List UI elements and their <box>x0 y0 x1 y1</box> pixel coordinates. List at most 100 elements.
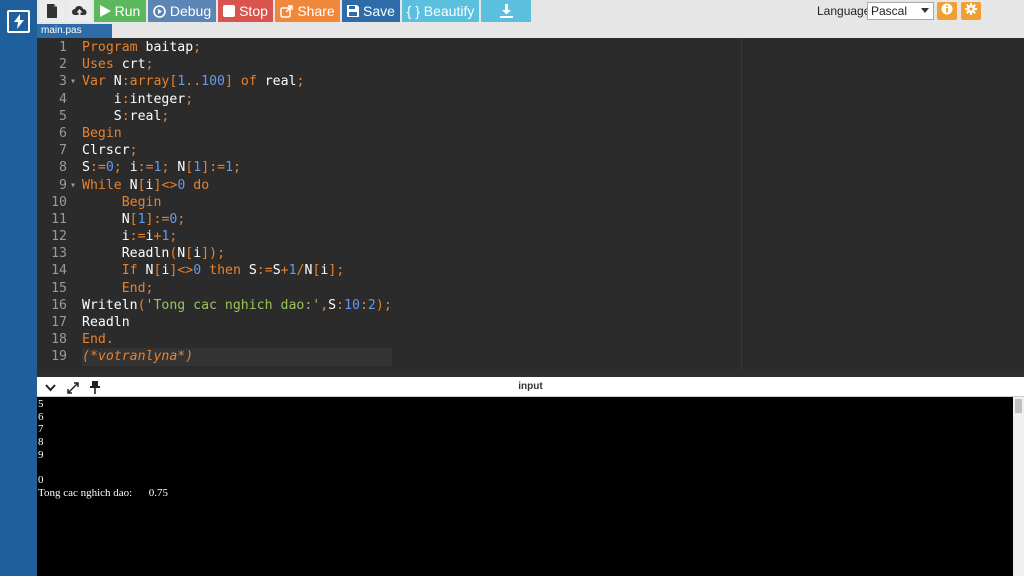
code-token: : <box>121 108 130 124</box>
run-button[interactable]: Run <box>94 0 146 22</box>
print-margin <box>741 38 742 377</box>
code-token: ; <box>336 263 345 279</box>
code-token: integer <box>129 91 186 107</box>
code-token: Begin <box>82 125 122 141</box>
code-token: S <box>82 160 90 176</box>
code-token: Readln <box>82 315 130 330</box>
stop-button[interactable]: Stop <box>218 0 273 22</box>
code-token: N <box>105 74 122 90</box>
code-line[interactable]: 14 If N[i]<>0 then S:=S+1/N[i]; <box>51 262 392 279</box>
code-line[interactable]: 11 N[1]:=0; <box>51 211 392 228</box>
info-button[interactable] <box>937 2 957 20</box>
code-line[interactable]: 15 End; <box>51 280 392 297</box>
code-line[interactable]: 18 End. <box>51 331 392 348</box>
share-icon <box>280 4 294 18</box>
save-button[interactable]: Save <box>342 0 400 22</box>
line-number: 12 <box>51 229 67 245</box>
code-token: ] <box>201 246 210 262</box>
code-token: While <box>82 177 122 193</box>
code-token: ; <box>217 246 226 262</box>
editor-horizontal-scrollbar[interactable] <box>37 369 1024 377</box>
line-number: 7 <box>59 143 67 159</box>
settings-button[interactable] <box>961 2 981 20</box>
code-line[interactable]: 16 Writeln('Tong cac nghich dao:',S:10:2)… <box>51 297 392 314</box>
code-token: + <box>280 263 289 279</box>
fold-toggle-icon[interactable]: ▾ <box>70 177 76 194</box>
chevron-down-icon <box>921 8 929 13</box>
code-line[interactable]: 10 Begin <box>51 194 392 211</box>
code-token: N <box>121 177 138 193</box>
new-file-button[interactable] <box>39 0 65 22</box>
line-number: 16 <box>51 297 67 313</box>
output-terminal[interactable]: 5 6 7 8 9 0 Tong cac nghich dao: 0.75 <box>37 397 1013 576</box>
terminal-scrollbar-thumb[interactable] <box>1015 399 1022 413</box>
code-token: End <box>121 280 146 296</box>
beautify-button[interactable]: { } Beautify <box>402 0 479 22</box>
line-number: 9 <box>59 177 67 193</box>
io-panel-header: input <box>37 377 1024 397</box>
code-token: of <box>240 74 257 90</box>
code-line[interactable]: 3 ▾ Var N:array[1..100] of real; <box>59 73 392 90</box>
code-line[interactable]: 5 S:real; <box>59 108 392 125</box>
line-number: 2 <box>59 57 67 73</box>
debug-label: Debug <box>169 3 212 19</box>
code-token: := <box>209 160 226 176</box>
cloud-upload-icon <box>71 4 88 18</box>
tab-main-pas[interactable]: main.pas <box>37 24 112 38</box>
lightning-icon[interactable] <box>7 10 30 33</box>
expand-icon[interactable] <box>66 381 80 394</box>
line-number: 4 <box>59 91 67 107</box>
code-token: [ <box>137 177 146 193</box>
language-select[interactable]: Pascal <box>867 2 934 20</box>
code-token: 1 <box>288 263 297 279</box>
code-token: N <box>169 160 186 176</box>
pin-icon[interactable] <box>88 381 102 394</box>
code-token: [ <box>185 246 194 262</box>
code-line[interactable]: 9 ▾ While N[i]<>0 do <box>59 177 392 194</box>
terminal-line: Tong cac nghich dao: 0.75 <box>38 486 168 499</box>
line-number: 3 <box>59 74 67 90</box>
code-token: ; <box>161 108 170 124</box>
code-line[interactable]: 13 Readln(N[i]); <box>51 245 392 262</box>
code-line[interactable]: 7 Clrscr; <box>59 142 392 159</box>
code-token: End <box>82 332 106 348</box>
code-token: i <box>82 229 130 245</box>
debug-circle-icon <box>153 4 166 18</box>
terminal-scrollbar[interactable] <box>1013 397 1024 576</box>
download-button[interactable] <box>481 0 531 22</box>
code-token: N <box>137 263 154 279</box>
share-button[interactable]: Share <box>275 0 340 22</box>
code-editor[interactable]: 1 Program baitap; 2 Uses crt; 3 ▾ Var N:array[… <box>37 38 1024 377</box>
code-line[interactable]: 1 Program baitap; <box>59 39 392 56</box>
code-line[interactable]: 12 i:=i+1; <box>51 228 392 245</box>
code-line[interactable]: 19 (*votranlyna*) <box>51 348 392 366</box>
code-token: then <box>209 263 241 279</box>
code-line[interactable]: 2 Uses crt; <box>59 56 392 73</box>
code-token: array <box>129 74 170 90</box>
code-line[interactable]: 4 i:integer; <box>59 91 392 108</box>
code-lines[interactable]: 1 Program baitap; 2 Uses crt; 3 ▾ Var N:array[… <box>51 39 392 366</box>
line-number: 10 <box>51 194 67 210</box>
line-number: 18 <box>51 332 67 348</box>
collapse-icon[interactable] <box>43 381 57 394</box>
code-line[interactable]: 6 Begin <box>59 125 392 142</box>
code-token: [ <box>129 211 138 227</box>
code-token: If <box>121 263 138 279</box>
terminal-line: 0 <box>38 474 44 487</box>
code-token: Var <box>82 74 106 90</box>
upload-button[interactable] <box>66 0 92 22</box>
debug-button[interactable]: Debug <box>148 0 216 22</box>
code-token: : <box>336 297 345 313</box>
code-token: ) <box>209 246 218 262</box>
fold-toggle-icon[interactable]: ▾ <box>70 73 76 90</box>
code-token: real <box>256 74 297 90</box>
code-line[interactable]: 17 Readln <box>51 314 392 331</box>
code-token: ; <box>233 160 241 176</box>
code-token: ; <box>193 40 202 55</box>
language-label: Language <box>817 4 871 18</box>
code-line[interactable]: 8 S:=0; i:=1; N[1]:=1; <box>59 159 392 176</box>
io-panel-title: input <box>518 381 543 392</box>
code-token: N <box>82 211 130 227</box>
